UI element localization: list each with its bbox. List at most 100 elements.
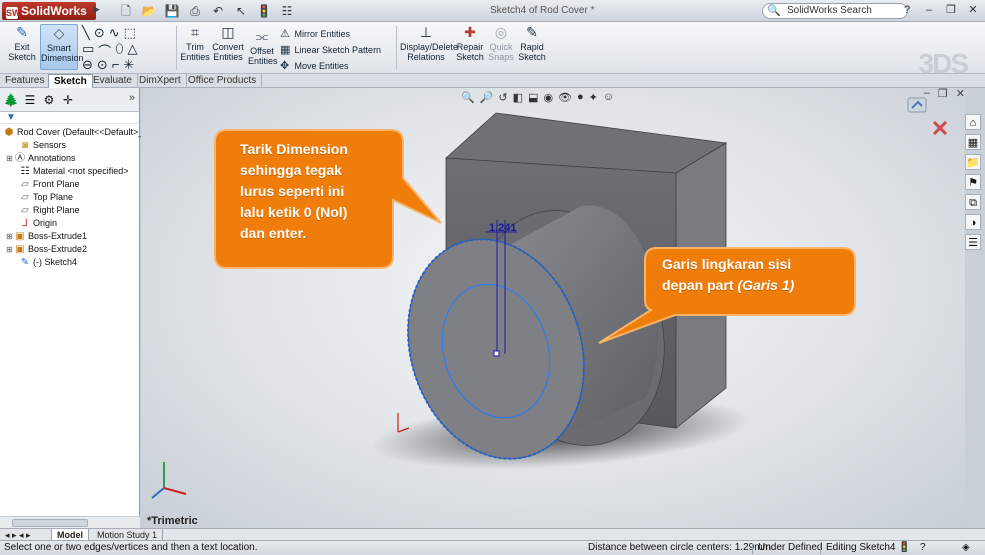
rebuild-icon[interactable]: 🚦	[256, 4, 272, 18]
configuration-manager-icon[interactable]: ⚙	[41, 92, 57, 108]
feature-tree-icon[interactable]: 🌲	[3, 92, 19, 108]
menu-arrow-icon[interactable]: ▶	[93, 4, 100, 15]
tree-item-label: Front Plane	[33, 179, 80, 189]
callout-2-line: depan part (Garis 1)	[662, 275, 837, 296]
scrollbar-thumb[interactable]	[12, 519, 88, 527]
appearances-icon[interactable]: ◑	[965, 214, 981, 230]
save-icon[interactable]: 💾	[164, 4, 180, 18]
command-manager: ✎ Exit Sketch ◇ Smart Dimension ╲ ⊙ ∿ ⬚ …	[0, 22, 985, 79]
sketch-point-icon[interactable]: ✳	[123, 57, 134, 73]
tree-item-sketch4[interactable]: ✎ (-) Sketch4	[3, 256, 139, 269]
solidworks-logo[interactable]: SWSolidWorks	[2, 2, 96, 20]
offset-entities-label: Offset Entities	[248, 46, 278, 66]
graphics-viewport[interactable]: 🔍 🔎 ↺ ◧ ⬓ ◉ 👁 ● ✦ ☺ – ❐ ✕ 1.241 Tarik Di…	[141, 88, 965, 528]
move-icon: ✥	[280, 60, 290, 72]
restore-icon[interactable]: ❐	[943, 3, 959, 17]
tree-item-right-plane[interactable]: ▱ Right Plane	[3, 204, 139, 217]
tab-evaluate[interactable]: Evaluate	[88, 74, 138, 88]
fillet-icon[interactable]: ⌐	[112, 57, 120, 73]
convert-entities-label: Convert Entities	[212, 42, 244, 62]
tree-item-label: Boss-Extrude1	[28, 231, 88, 241]
tree-item-annotations[interactable]: ⊞ Ⓐ Annotations	[3, 152, 139, 165]
options-icon[interactable]: ☷	[279, 4, 295, 18]
tree-root[interactable]: ⬢ Rod Cover (Default<<Default>_	[3, 126, 144, 139]
expand-icon[interactable]: ⊞	[6, 152, 14, 165]
filter-icon[interactable]: ▼	[0, 112, 139, 124]
circle-icon[interactable]: ⊙	[94, 25, 105, 41]
tree-item-boss-extrude1[interactable]: ⊞ ▣ Boss-Extrude1	[3, 230, 139, 243]
custom-properties-icon[interactable]: ☰	[965, 234, 981, 250]
callout-1-text: Tarik Dimension sehingga tegak lurus sep…	[240, 139, 390, 244]
tree-item-front-plane[interactable]: ▱ Front Plane	[3, 178, 139, 191]
help-status-icon[interactable]: ?	[920, 541, 926, 555]
open-folder-icon[interactable]: 📂	[141, 4, 157, 18]
tree-item-sensors[interactable]: ◙ Sensors	[3, 139, 139, 152]
collapse-chevron-icon[interactable]: »	[129, 92, 135, 104]
callout-1-line: Tarik Dimension	[240, 141, 348, 157]
tag-icon[interactable]: ◈	[962, 541, 970, 555]
property-manager-icon[interactable]: ☰	[22, 92, 38, 108]
part-icon: ⬢	[4, 127, 14, 138]
display-delete-relations-button[interactable]: ⊥ Display/Delete Relations	[400, 24, 458, 62]
select-icon[interactable]: ↖	[233, 4, 249, 18]
undo-icon[interactable]: ↶	[210, 4, 226, 18]
cancel-sketch-icon[interactable]	[932, 120, 948, 136]
feature-tree: ⬢ Rod Cover (Default<<Default>_ ◙ Sensors …	[0, 124, 144, 269]
tree-item-top-plane[interactable]: ▱ Top Plane	[3, 191, 139, 204]
point-icon[interactable]: ⬚	[124, 25, 136, 41]
tree-item-label: Annotations	[28, 153, 76, 163]
expand-icon[interactable]: ⊞	[6, 243, 14, 256]
spline-icon[interactable]: ∿	[109, 25, 120, 41]
callout-1-line: lurus seperti ini	[240, 183, 345, 199]
task-pane: ⌂ ▦ 📁 ⚑ ⧉ ◑ ☰	[965, 114, 985, 250]
dimxpert-manager-icon[interactable]: ✛	[60, 92, 76, 108]
design-library-icon[interactable]: ▦	[965, 134, 981, 150]
search-input[interactable]: 🔍 SolidWorks Search	[762, 3, 908, 19]
rebuild-status-icon[interactable]: 🚦	[898, 541, 910, 555]
centerpoint-icon[interactable]: ⊙	[97, 57, 108, 73]
annotation-icon: Ⓐ	[15, 153, 25, 164]
status-distance: Distance between circle centers: 1.29mm	[588, 542, 771, 553]
close-icon[interactable]: ✕	[965, 3, 981, 17]
slot-icon[interactable]: ⊖	[82, 57, 93, 73]
tree-item-boss-extrude2[interactable]: ⊞ ▣ Boss-Extrude2	[3, 243, 139, 256]
line-icon[interactable]: ╲	[82, 25, 90, 41]
trim-entities-label: Trim Entities	[180, 42, 210, 62]
exit-sketch-icon: ✎	[16, 24, 28, 40]
display-delete-relations-label: Display/Delete Relations	[400, 42, 459, 62]
horizontal-scrollbar[interactable]	[0, 516, 140, 528]
offset-entities-button[interactable]: ⫗ Offset Entities	[248, 28, 278, 66]
expand-icon[interactable]: ⊞	[6, 230, 14, 243]
linear-sketch-pattern-button[interactable]: ▦ Linear Sketch Pattern	[280, 43, 381, 56]
view-orientation-label: *Trimetric	[147, 515, 198, 527]
tree-item-label: Origin	[33, 218, 58, 228]
tree-item-origin[interactable]: ⅃ Origin	[3, 217, 139, 230]
search-results-icon[interactable]: ⚑	[965, 174, 981, 190]
view-palette-icon[interactable]: ⧉	[965, 194, 981, 210]
callout-1-line: dan enter.	[240, 225, 307, 241]
repair-sketch-button[interactable]: ✚ Repair Sketch	[456, 24, 484, 62]
exit-sketch-button[interactable]: ✎ Exit Sketch	[6, 24, 38, 62]
dimension-value-label[interactable]: 1.241	[489, 222, 517, 234]
minimize-icon[interactable]: –	[921, 3, 937, 17]
callout-1-line: sehingga tegak	[240, 162, 342, 178]
rapid-sketch-button[interactable]: ✎ Rapid Sketch	[518, 24, 546, 62]
tab-features[interactable]: Features	[0, 74, 51, 88]
exit-sketch-corner-icon[interactable]	[907, 97, 927, 113]
tab-office-products[interactable]: Office Products	[183, 74, 263, 88]
smart-dimension-button[interactable]: ◇ Smart Dimension	[40, 24, 84, 70]
tree-item-material[interactable]: ☷ Material <not specified>	[3, 165, 139, 178]
file-explorer-icon[interactable]: 📁	[965, 154, 981, 170]
mirror-entities-button[interactable]: ⚠ Mirror Entities	[280, 27, 350, 40]
print-icon[interactable]: ⎙	[187, 4, 203, 18]
convert-entities-button[interactable]: ◫ Convert Entities	[212, 24, 244, 62]
tab-sketch[interactable]: Sketch	[48, 74, 93, 88]
new-document-icon[interactable]: 🗋	[118, 4, 134, 18]
quick-snaps-button[interactable]: ◎ Quick Snaps	[488, 24, 514, 62]
quick-access-toolbar: 🗋 📂 💾 ⎙ ↶ ↖ 🚦 ☷	[118, 3, 295, 19]
move-entities-button[interactable]: ✥ Move Entities	[280, 59, 349, 72]
help-icon[interactable]: ?	[899, 3, 915, 17]
solidworks-resources-icon[interactable]: ⌂	[965, 114, 981, 130]
tab-dimxpert[interactable]: DimXpert	[134, 74, 187, 88]
trim-entities-button[interactable]: ⌗ Trim Entities	[180, 24, 210, 62]
